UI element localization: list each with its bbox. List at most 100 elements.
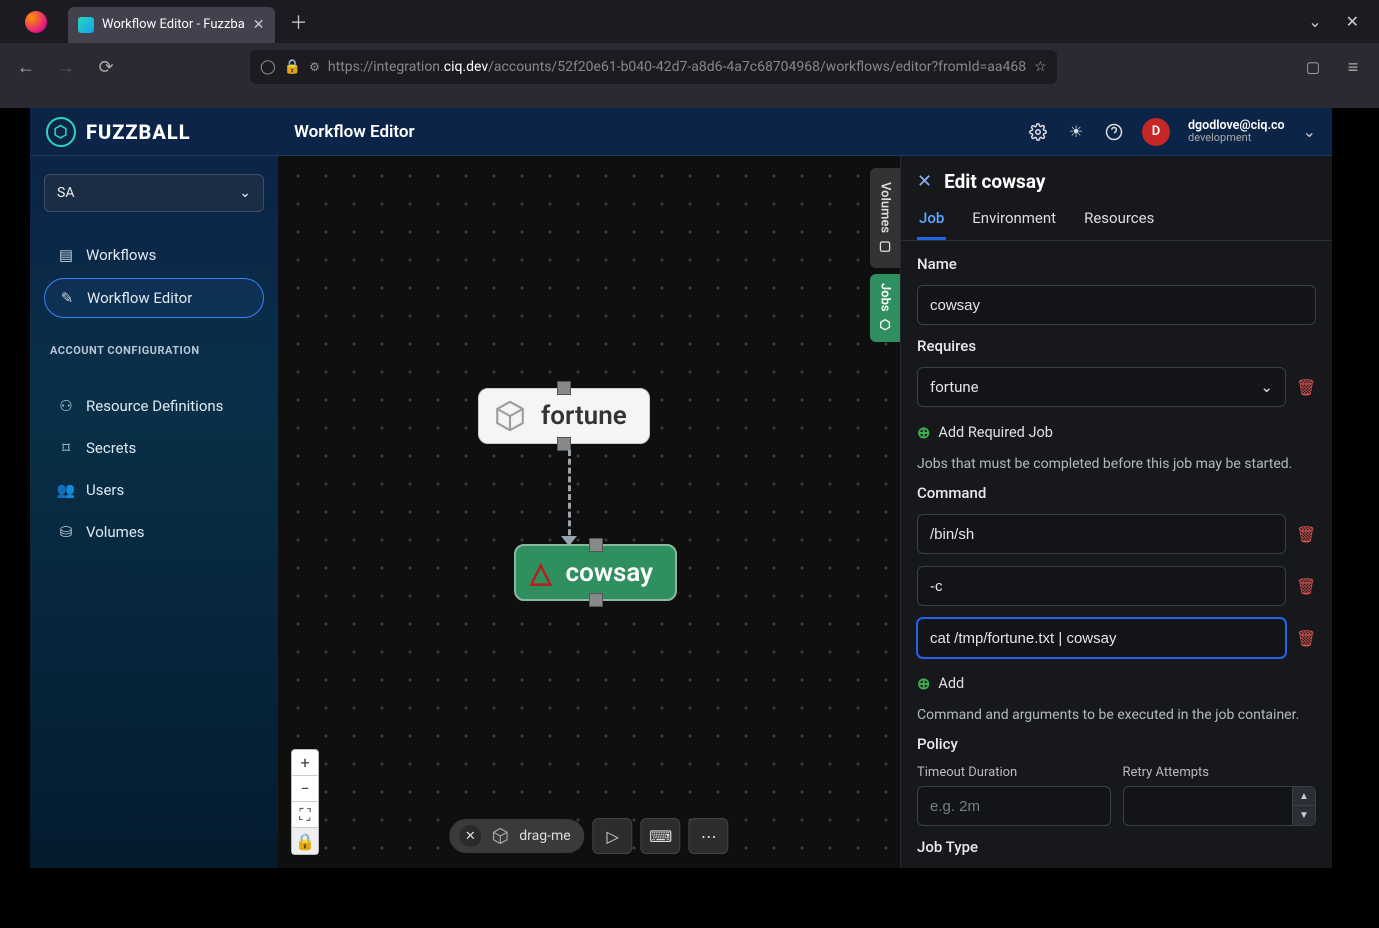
node-label: cowsay bbox=[566, 558, 654, 588]
sidebar-item-label: Resource Definitions bbox=[86, 397, 223, 415]
add-arg-button[interactable]: ⊕ Add bbox=[917, 670, 1316, 695]
sidebar-item-workflows[interactable]: ▤ Workflows bbox=[44, 236, 264, 274]
url-text: https://integration.ciq.dev/accounts/52f… bbox=[328, 59, 1026, 75]
sidebar-item-volumes[interactable]: ⛁ Volumes bbox=[44, 513, 264, 551]
sidebar-item-workflow-editor[interactable]: ✎ Workflow Editor bbox=[44, 278, 264, 318]
chevron-down-icon[interactable]: ⌄ bbox=[1303, 122, 1316, 141]
retry-step-up-button[interactable]: ▲ bbox=[1293, 787, 1315, 806]
account-selector[interactable]: SA ⌄ bbox=[44, 174, 264, 212]
url-bar[interactable]: ◯ 🔒 ⚙ https://integration.ciq.dev/accoun… bbox=[250, 50, 1057, 84]
tab-job[interactable]: Job bbox=[917, 201, 946, 240]
run-button[interactable]: ▷ bbox=[593, 818, 633, 854]
inspector-panel: ✕ Edit cowsay Job Environment Resources … bbox=[900, 156, 1332, 868]
drag-palette[interactable]: ✕ drag-me bbox=[449, 819, 584, 853]
page-title: Workflow Editor bbox=[294, 122, 415, 142]
job-node-cowsay[interactable]: △ cowsay bbox=[514, 544, 677, 601]
list-icon: ▤ bbox=[58, 246, 74, 264]
browser-chrome: Workflow Editor - Fuzzba ✕ ＋ ⌄ ✕ ← → ⟳ ◯… bbox=[0, 0, 1379, 108]
window-dropdown-icon[interactable]: ⌄ bbox=[1308, 12, 1321, 31]
sidebar-item-users[interactable]: 👥 Users bbox=[44, 471, 264, 509]
sidebar-item-label: Workflow Editor bbox=[87, 289, 192, 307]
browser-tab-bar: Workflow Editor - Fuzzba ✕ ＋ ⌄ ✕ bbox=[0, 0, 1379, 43]
brand[interactable]: ⬡ FUZZBALL bbox=[46, 117, 278, 147]
requires-label: Requires bbox=[917, 337, 1316, 355]
command-arg-input[interactable] bbox=[917, 514, 1286, 554]
firefox-logo bbox=[8, 11, 64, 33]
tab-close-button[interactable]: ✕ bbox=[253, 17, 265, 33]
add-required-job-button[interactable]: ⊕ Add Required Job bbox=[917, 419, 1316, 444]
app: ⬡ FUZZBALL Workflow Editor ☀ D dgodlove@… bbox=[30, 108, 1332, 868]
app-header: ⬡ FUZZBALL Workflow Editor ☀ D dgodlove@… bbox=[30, 108, 1332, 156]
theme-icon[interactable]: ☀ bbox=[1066, 122, 1086, 142]
tab-environment[interactable]: Environment bbox=[970, 201, 1058, 240]
window-close-icon[interactable]: ✕ bbox=[1346, 12, 1359, 31]
sidebar-item-label: Users bbox=[86, 481, 124, 499]
plus-circle-icon: ⊕ bbox=[917, 674, 930, 693]
sidebar-item-label: Secrets bbox=[86, 439, 136, 457]
node-port-icon[interactable] bbox=[589, 538, 603, 552]
name-label: Name bbox=[917, 255, 1316, 273]
shield-icon: ◯ bbox=[260, 59, 276, 75]
zoom-in-button[interactable]: + bbox=[292, 750, 318, 776]
canvas-tab-jobs[interactable]: Jobs ⬡ bbox=[870, 274, 900, 342]
user-menu[interactable]: dgodlove@ciq.co development bbox=[1188, 119, 1285, 145]
node-port-icon[interactable] bbox=[589, 593, 603, 607]
retry-label: Retry Attempts bbox=[1123, 765, 1317, 780]
timeout-input[interactable] bbox=[917, 786, 1111, 826]
delete-require-button[interactable]: 🗑 bbox=[1296, 378, 1316, 397]
sidebar-item-resource-definitions[interactable]: ⚇ Resource Definitions bbox=[44, 387, 264, 425]
sitemap-icon: ⚇ bbox=[58, 397, 74, 415]
requires-hint: Jobs that must be completed before this … bbox=[917, 456, 1316, 472]
canvas-bottom-bar: ✕ drag-me ▷ ⌨ ⋯ bbox=[449, 818, 728, 854]
reload-button[interactable]: ⟳ bbox=[90, 51, 122, 83]
delete-arg-button[interactable]: 🗑 bbox=[1296, 629, 1316, 648]
requires-select[interactable]: fortune ⌄ bbox=[917, 367, 1286, 407]
browser-toolbar: ← → ⟳ ◯ 🔒 ⚙ https://integration.ciq.dev/… bbox=[0, 43, 1379, 91]
zoom-lock-button[interactable]: 🔒 bbox=[292, 828, 318, 854]
panel-close-button[interactable]: ✕ bbox=[917, 171, 932, 192]
cube-icon bbox=[493, 399, 527, 433]
keyboard-button[interactable]: ⌨ bbox=[641, 818, 681, 854]
tab-resources[interactable]: Resources bbox=[1082, 201, 1156, 240]
menu-icon[interactable]: ≡ bbox=[1337, 51, 1369, 83]
retry-step-down-button[interactable]: ▼ bbox=[1293, 806, 1315, 825]
users-icon: 👥 bbox=[58, 481, 74, 499]
job-node-fortune[interactable]: fortune bbox=[478, 388, 650, 444]
command-arg-input[interactable] bbox=[917, 618, 1286, 658]
add-label: Add bbox=[938, 675, 964, 692]
canvas-tab-volumes[interactable]: Volumes ▢ bbox=[870, 168, 900, 268]
more-button[interactable]: ⋯ bbox=[689, 818, 729, 854]
edit-icon: ✎ bbox=[59, 289, 75, 307]
sidebar-item-secrets[interactable]: ⌑ Secrets bbox=[44, 429, 264, 467]
retry-input[interactable] bbox=[1123, 786, 1294, 826]
brand-icon: ⬡ bbox=[46, 117, 76, 147]
new-tab-button[interactable]: ＋ bbox=[285, 8, 313, 36]
close-icon[interactable]: ✕ bbox=[459, 825, 481, 847]
forward-button[interactable]: → bbox=[50, 51, 82, 83]
tab-title: Workflow Editor - Fuzzba bbox=[102, 17, 245, 32]
plus-circle-icon: ⊕ bbox=[917, 423, 930, 442]
delete-arg-button[interactable]: 🗑 bbox=[1296, 577, 1316, 596]
node-port-icon[interactable] bbox=[557, 381, 571, 395]
settings-icon[interactable] bbox=[1028, 122, 1048, 142]
cube-icon: ▢ bbox=[879, 239, 891, 254]
cube-icon: ⬡ bbox=[879, 318, 890, 333]
extensions-icon[interactable]: ▢ bbox=[1297, 51, 1329, 83]
zoom-fit-button[interactable]: ⛶ bbox=[292, 802, 318, 828]
help-icon[interactable] bbox=[1104, 122, 1124, 142]
bookmark-icon[interactable]: ☆ bbox=[1034, 59, 1047, 75]
node-port-icon[interactable] bbox=[557, 437, 571, 451]
zoom-out-button[interactable]: − bbox=[292, 776, 318, 802]
delete-arg-button[interactable]: 🗑 bbox=[1296, 525, 1316, 544]
avatar[interactable]: D bbox=[1142, 118, 1170, 146]
tab-label: Volumes bbox=[878, 182, 893, 233]
browser-tab[interactable]: Workflow Editor - Fuzzba ✕ bbox=[68, 7, 275, 43]
command-arg-input[interactable] bbox=[917, 566, 1286, 606]
command-hint: Command and arguments to be executed in … bbox=[917, 707, 1316, 723]
user-email: dgodlove@ciq.co bbox=[1188, 119, 1285, 133]
canvas[interactable]: fortune △ cowsay Volumes ▢ Jobs ⬡ + bbox=[278, 156, 900, 868]
back-button[interactable]: ← bbox=[10, 51, 42, 83]
drag-label: drag-me bbox=[519, 828, 570, 844]
name-input[interactable] bbox=[917, 285, 1316, 325]
chevron-down-icon: ⌄ bbox=[1260, 378, 1273, 396]
